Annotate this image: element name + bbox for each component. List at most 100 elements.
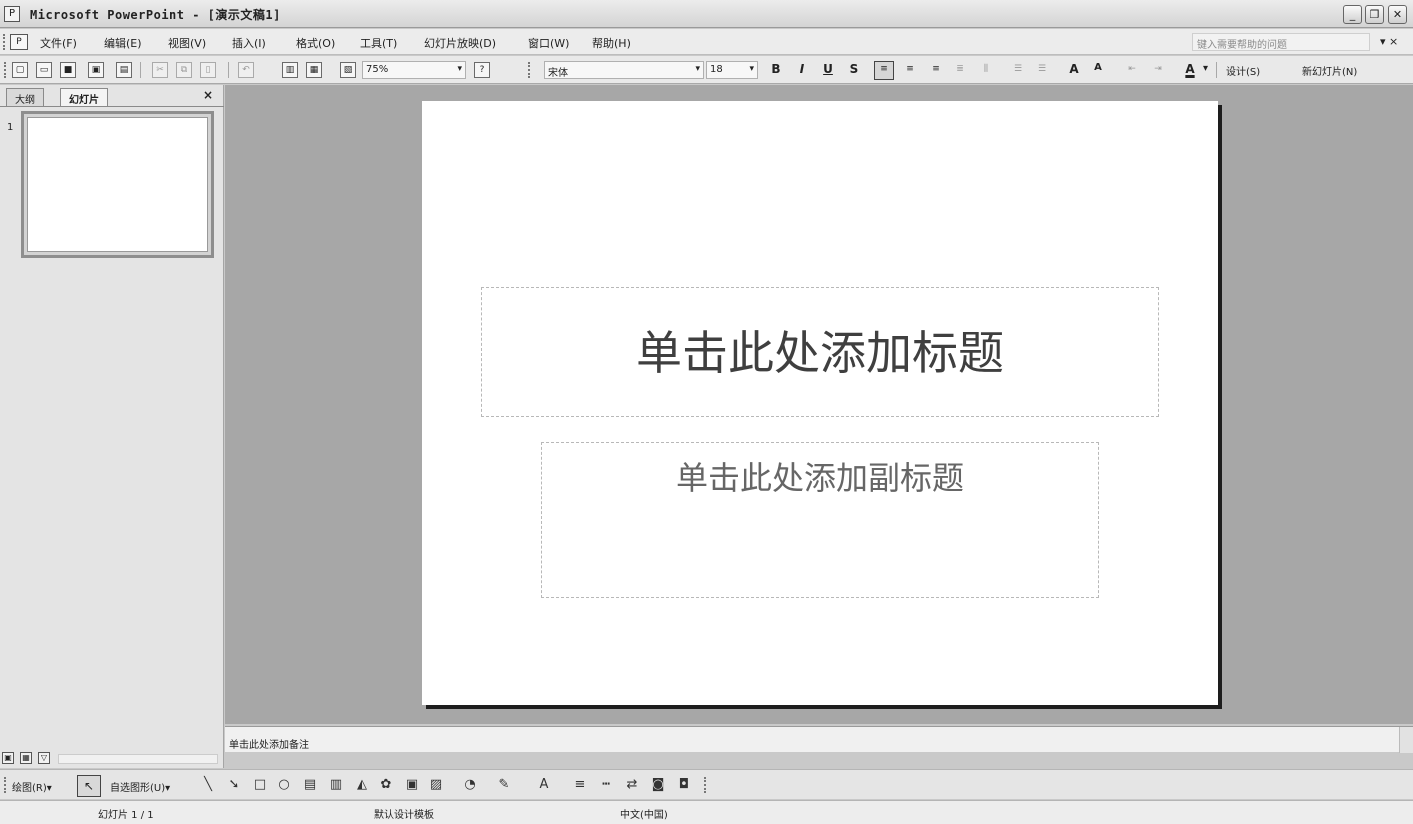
toolbar-grip[interactable] bbox=[4, 777, 7, 793]
copy-icon[interactable]: ⧉ bbox=[176, 62, 192, 78]
slide-thumbnail[interactable] bbox=[21, 111, 214, 258]
normal-view-icon[interactable]: ▣ bbox=[2, 752, 14, 764]
chevron-down-icon: ▾ bbox=[749, 64, 754, 74]
rectangle-icon[interactable]: □ bbox=[252, 777, 268, 793]
vertical-textbox-icon[interactable]: ▥ bbox=[328, 777, 344, 793]
close-icon[interactable]: × bbox=[203, 88, 213, 102]
cut-icon[interactable]: ✂ bbox=[152, 62, 168, 78]
numbering-icon[interactable]: ☰ bbox=[1010, 62, 1026, 78]
bold-button[interactable]: B bbox=[768, 62, 784, 76]
menu-file[interactable]: 文件(F) bbox=[40, 35, 77, 51]
close-window-button[interactable]: ✕ bbox=[1388, 5, 1407, 24]
document-icon[interactable]: P bbox=[10, 34, 28, 50]
dash-style-icon[interactable]: ┅ bbox=[598, 777, 614, 793]
undo-icon[interactable]: ↶ bbox=[238, 62, 254, 78]
fill-color-icon[interactable]: ◔ bbox=[462, 777, 478, 793]
print-icon[interactable]: ▤ bbox=[116, 62, 132, 78]
tab-slides[interactable]: 幻灯片 bbox=[60, 88, 108, 106]
subtitle-placeholder[interactable]: 单击此处添加副标题 bbox=[541, 442, 1099, 598]
font-size-select[interactable]: 18 ▾ bbox=[706, 61, 758, 79]
menu-tools[interactable]: 工具(T) bbox=[360, 35, 397, 51]
title-placeholder[interactable]: 单击此处添加标题 bbox=[481, 287, 1159, 417]
permission-icon[interactable]: ▣ bbox=[88, 62, 104, 78]
insert-chart-icon[interactable]: ▥ bbox=[282, 62, 298, 78]
slide-sorter-view-icon[interactable]: ▦ bbox=[20, 752, 32, 764]
toolbar-separator bbox=[1216, 62, 1217, 78]
slideshow-view-icon[interactable]: ▽ bbox=[38, 752, 50, 764]
save-icon[interactable]: ■ bbox=[60, 62, 76, 78]
insert-table-icon[interactable]: ▦ bbox=[306, 62, 322, 78]
menu-grip[interactable] bbox=[3, 34, 6, 50]
menu-view[interactable]: 视图(V) bbox=[168, 35, 206, 51]
increase-font-button[interactable]: A bbox=[1066, 62, 1082, 76]
diagram-icon[interactable]: ✿ bbox=[378, 777, 394, 793]
design-button[interactable]: 设计(S) bbox=[1226, 63, 1260, 78]
toolbar-grip[interactable] bbox=[4, 62, 7, 78]
toolbar: ▢ ▭ ■ ▣ ▤ ✂ ⧉ ▯ ↶ ▥ ▦ ▧ 75% ▾ ? 宋体 ▾ 18 … bbox=[0, 56, 1413, 84]
new-icon[interactable]: ▢ bbox=[12, 62, 28, 78]
chevron-down-icon: ▾ bbox=[695, 64, 700, 74]
menu-slideshow[interactable]: 幻灯片放映(D) bbox=[424, 35, 496, 51]
font-color-button[interactable]: A bbox=[1182, 62, 1198, 76]
align-center-icon[interactable]: ≡ bbox=[902, 62, 918, 78]
select-pointer-button[interactable]: ↖ bbox=[77, 775, 101, 797]
justify-icon[interactable]: ≣ bbox=[952, 62, 968, 78]
tab-outline[interactable]: 大纲 bbox=[6, 88, 44, 106]
grid-icon[interactable]: ▧ bbox=[340, 62, 356, 78]
line-color-icon[interactable]: ✎ bbox=[496, 777, 512, 793]
decrease-indent-icon[interactable]: ⇤ bbox=[1124, 62, 1140, 78]
textbox-icon[interactable]: ▤ bbox=[302, 777, 318, 793]
slides-pane: 大纲 幻灯片 × 1 bbox=[0, 85, 224, 750]
zoom-value: 75% bbox=[366, 64, 389, 75]
view-buttons: ▣ ▦ ▽ bbox=[0, 750, 224, 768]
oval-icon[interactable]: ○ bbox=[276, 777, 292, 793]
menu-window[interactable]: 窗口(W) bbox=[528, 35, 569, 51]
close-document-button[interactable]: ▾ × bbox=[1380, 35, 1398, 48]
menu-format[interactable]: 格式(O) bbox=[296, 35, 335, 51]
open-icon[interactable]: ▭ bbox=[36, 62, 52, 78]
powerpoint-app-icon[interactable]: P bbox=[4, 6, 20, 22]
shadow-button[interactable]: S bbox=[846, 62, 862, 76]
arrow-icon[interactable]: ➘ bbox=[226, 777, 242, 793]
help-icon[interactable]: ? bbox=[474, 62, 490, 78]
drawing-toolbar: 绘图(R)▾ ↖ 自选图形(U)▾ ╲ ➘ □ ○ ▤ ▥ ◭ ✿ ▣ ▨ ◔ … bbox=[0, 769, 1413, 799]
minimize-button[interactable]: _ bbox=[1343, 5, 1362, 24]
picture-icon[interactable]: ▨ bbox=[428, 777, 444, 793]
notes-pane[interactable]: 单击此处添加备注 bbox=[225, 726, 1413, 753]
align-right-icon[interactable]: ≡ bbox=[928, 62, 944, 78]
slide-editing-area: 单击此处添加标题 单击此处添加副标题 bbox=[225, 85, 1413, 724]
clipart-icon[interactable]: ▣ bbox=[404, 777, 420, 793]
arrow-style-icon[interactable]: ⇄ bbox=[624, 777, 640, 793]
line-style-icon[interactable]: ≡ bbox=[572, 777, 588, 793]
zoom-select[interactable]: 75% ▾ bbox=[362, 61, 466, 79]
chevron-down-icon[interactable]: ▾ bbox=[1203, 63, 1208, 74]
new-slide-button[interactable]: 新幻灯片(N) bbox=[1302, 63, 1357, 78]
tab-divider bbox=[0, 106, 224, 107]
slide-canvas[interactable]: 单击此处添加标题 单击此处添加副标题 bbox=[422, 101, 1218, 705]
font-color-icon[interactable]: A bbox=[536, 777, 552, 793]
help-search-input[interactable]: 键入需要帮助的问题 bbox=[1192, 33, 1370, 51]
font-name-select[interactable]: 宋体 ▾ bbox=[544, 61, 704, 79]
bullets-icon[interactable]: ☰ bbox=[1034, 62, 1050, 78]
underline-button[interactable]: U bbox=[820, 62, 836, 76]
notes-scrollbar[interactable] bbox=[1399, 727, 1413, 753]
decrease-font-button[interactable]: A bbox=[1090, 62, 1106, 73]
line-icon[interactable]: ╲ bbox=[200, 777, 216, 793]
3d-style-icon[interactable]: ◘ bbox=[676, 777, 692, 793]
menu-help[interactable]: 帮助(H) bbox=[592, 35, 631, 51]
wordart-icon[interactable]: ◭ bbox=[354, 777, 370, 793]
menu-insert[interactable]: 插入(I) bbox=[232, 35, 266, 51]
italic-button[interactable]: I bbox=[794, 62, 810, 76]
shadow-style-icon[interactable]: ◙ bbox=[650, 777, 666, 793]
menu-edit[interactable]: 编辑(E) bbox=[104, 35, 142, 51]
toolbar-grip[interactable] bbox=[528, 62, 531, 78]
draw-menu-button[interactable]: 绘图(R)▾ bbox=[12, 779, 52, 794]
increase-indent-icon[interactable]: ⇥ bbox=[1150, 62, 1166, 78]
notes-placeholder[interactable]: 单击此处添加备注 bbox=[229, 736, 309, 751]
toolbar-grip[interactable] bbox=[704, 777, 707, 793]
paste-icon[interactable]: ▯ bbox=[200, 62, 216, 78]
autoshapes-button[interactable]: 自选图形(U)▾ bbox=[110, 779, 170, 794]
distribute-icon[interactable]: ⫼ bbox=[978, 62, 994, 78]
horizontal-scrollbar[interactable] bbox=[58, 754, 218, 764]
restore-button[interactable]: ❐ bbox=[1365, 5, 1384, 24]
